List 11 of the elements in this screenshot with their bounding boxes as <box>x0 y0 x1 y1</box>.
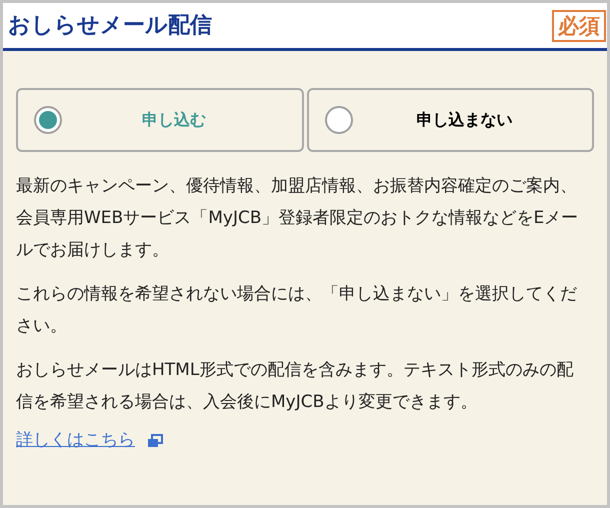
description-text: これらの情報を希望されない場合には、「申し込まない」を選択してください。 <box>16 283 578 338</box>
radio-icon <box>324 106 352 134</box>
description-text: 最新のキャンペーン、優待情報、加盟店情報、お振替内容確定のご案内、会員専用WEBサービス「MyJCB」登録者限定のおトクな情報などをEメールでお届けします。 <box>16 175 580 262</box>
radio-icon <box>34 106 62 134</box>
details-link[interactable]: 詳しくはこちら <box>16 428 135 454</box>
section-title: おしらせメール配信 <box>8 12 212 40</box>
required-label: 必須 <box>552 10 606 42</box>
external-window-icon <box>147 434 163 448</box>
description-text: おしらせメールはHTML形式での配信を含みます。テキスト形式のみの配信を希望される場合は、入会後にMyJCBより変更できます。 <box>16 359 574 414</box>
radio-option[interactable]: 申し込む <box>16 88 304 152</box>
radio-option[interactable]: 申し込まない <box>306 88 594 152</box>
